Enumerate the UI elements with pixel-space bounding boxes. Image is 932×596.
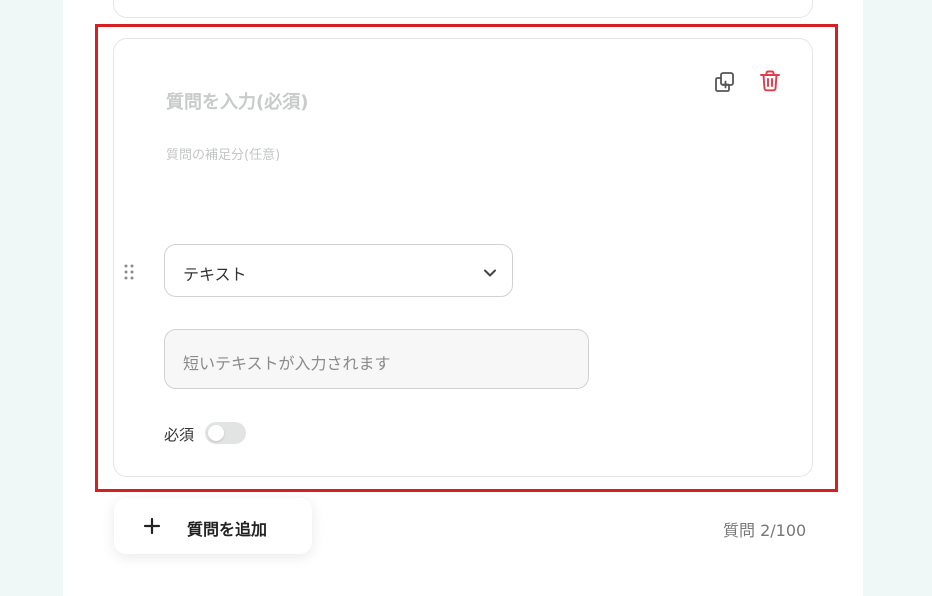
question-counter: 質問 2/100 <box>723 521 807 540</box>
add-question-label: 質問を追加 <box>187 520 268 539</box>
plus-icon <box>142 516 162 536</box>
add-question-button[interactable]: 質問を追加 <box>114 498 312 554</box>
highlight-frame <box>95 24 838 492</box>
previous-question-card[interactable] <box>113 0 813 18</box>
